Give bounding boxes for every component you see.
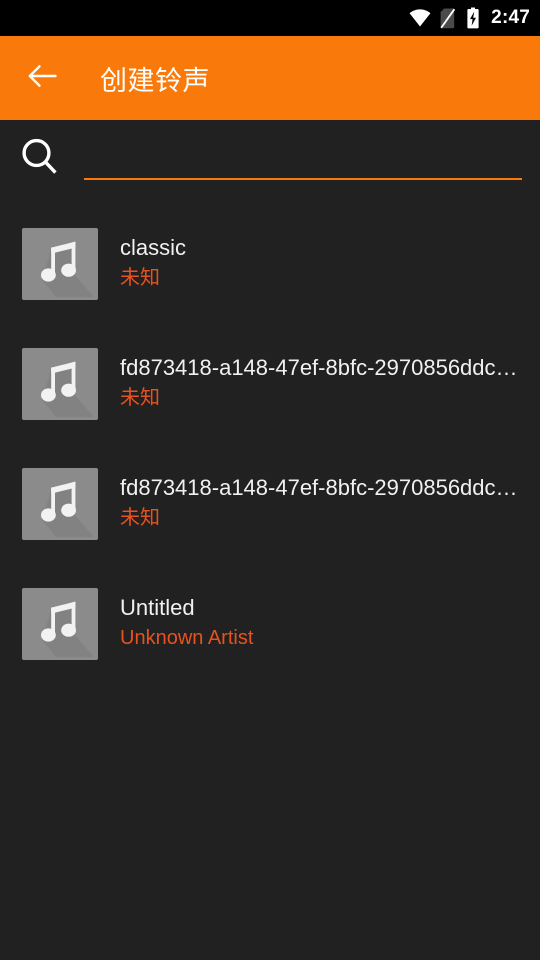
song-info: fd873418-a148-47ef-8bfc-2970856ddc… 未知 [120,354,540,411]
song-info: Untitled Unknown Artist [120,594,540,651]
sim-card-missing-icon [440,8,457,29]
album-thumbnail [22,348,98,420]
search-icon[interactable] [20,137,60,177]
album-thumbnail [22,228,98,300]
song-artist: 未知 [120,267,160,289]
wifi-icon [409,9,431,27]
battery-charging-icon [466,7,480,29]
song-title: fd873418-a148-47ef-8bfc-2970856ddc… [120,475,518,500]
song-info: classic 未知 [120,234,540,291]
song-artist: 未知 [120,507,160,529]
song-artist: Unknown Artist [120,627,254,649]
music-note-icon [22,228,98,300]
song-title: fd873418-a148-47ef-8bfc-2970856ddc… [120,355,518,380]
song-info: fd873418-a148-47ef-8bfc-2970856ddc… 未知 [120,474,540,531]
search-field-container [84,138,522,182]
search-bar [0,120,540,228]
status-bar: 2:47 [0,0,540,36]
music-note-icon [22,468,98,540]
app-bar: 创建铃声 [0,36,540,120]
music-note-icon [22,588,98,660]
song-title: Untitled [120,595,195,620]
song-list-item-3[interactable]: Untitled Unknown Artist [0,576,540,696]
song-artist: 未知 [120,387,160,409]
song-title: classic [120,235,187,260]
music-note-icon [22,348,98,420]
album-thumbnail [22,468,98,540]
song-list[interactable]: classic 未知 fd873418-a148-47ef-8bfc-29708… [0,216,540,960]
song-list-item-2[interactable]: fd873418-a148-47ef-8bfc-2970856ddc… 未知 [0,456,540,576]
song-list-item-1[interactable]: fd873418-a148-47ef-8bfc-2970856ddc… 未知 [0,336,540,456]
page-title: 创建铃声 [100,65,210,96]
screen: 2:47 创建铃声 classic 未知 fd873418-a148-47ef-… [0,0,540,960]
album-thumbnail [22,588,98,660]
status-bar-time: 2:47 [491,7,530,28]
search-input[interactable] [84,138,522,180]
arrow-back-icon [27,63,57,94]
back-button[interactable] [14,50,70,106]
song-list-item-0[interactable]: classic 未知 [0,216,540,336]
